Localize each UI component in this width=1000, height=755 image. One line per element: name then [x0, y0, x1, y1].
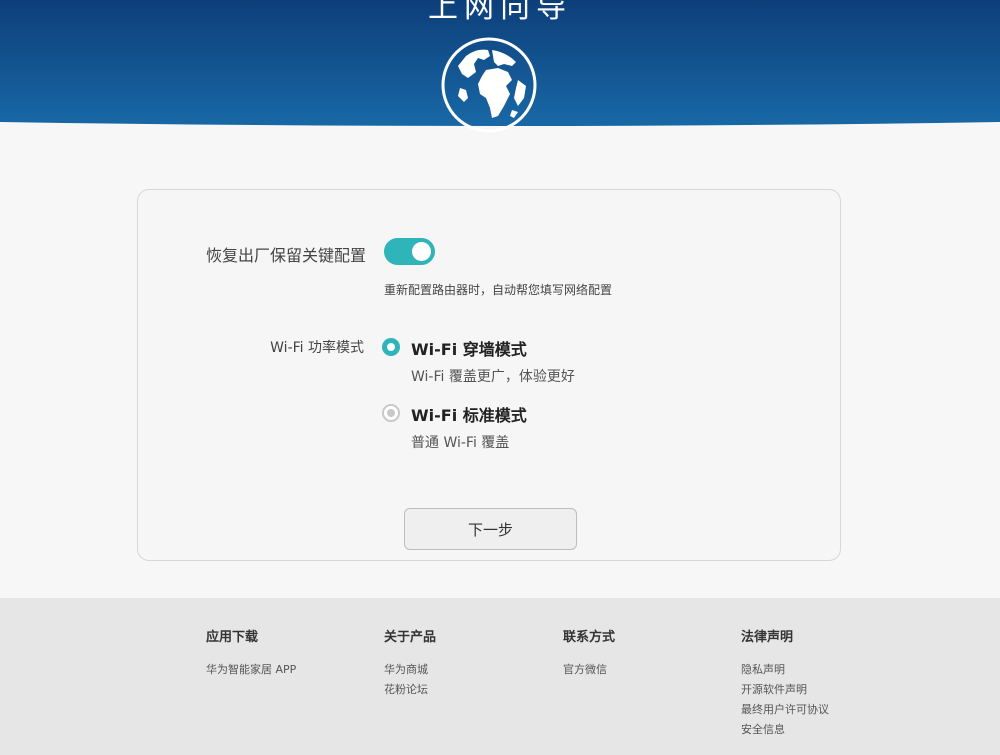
footer-link[interactable]: 华为商城 — [384, 660, 436, 680]
restore-label: 恢复出厂保留关键配置 — [205, 246, 366, 265]
globe-icon — [441, 37, 537, 133]
settings-card: 恢复出厂保留关键配置 重新配置路由器时，自动帮您填写网络配置 Wi-Fi 功率模… — [137, 189, 841, 561]
radio-wall-mode[interactable] — [382, 338, 400, 356]
footer-link[interactable]: 华为智能家居 APP — [206, 660, 296, 680]
footer-column-products: 关于产品 华为商城 花粉论坛 — [384, 626, 436, 700]
footer-link[interactable]: 开源软件声明 — [741, 680, 829, 700]
footer-link[interactable]: 官方微信 — [563, 660, 615, 680]
footer-link[interactable]: 最终用户许可协议 — [741, 700, 829, 720]
footer-column-contact: 联系方式 官方微信 — [563, 626, 615, 680]
footer-heading: 法律声明 — [741, 630, 794, 645]
restore-toggle[interactable] — [384, 238, 435, 265]
footer-column-legal: 法律声明 隐私声明 开源软件声明 最终用户许可协议 安全信息 — [741, 626, 829, 740]
footer-heading: 应用下载 — [206, 630, 259, 645]
footer-link[interactable]: 隐私声明 — [741, 660, 829, 680]
footer-link[interactable]: 花粉论坛 — [384, 680, 436, 700]
footer: 应用下载 华为智能家居 APP 关于产品 华为商城 花粉论坛 联系方式 官方微信… — [0, 598, 1000, 755]
option-standard-mode-title[interactable]: Wi-Fi 标准模式 — [411, 402, 527, 426]
toggle-knob — [412, 242, 431, 261]
footer-heading: 联系方式 — [563, 630, 616, 645]
option-standard-mode-desc: 普通 Wi-Fi 覆盖 — [411, 435, 510, 451]
next-button[interactable]: 下一步 — [404, 508, 577, 550]
wifi-mode-label: Wi-Fi 功率模式 — [270, 340, 364, 356]
footer-link[interactable]: 安全信息 — [741, 720, 829, 740]
header-banner: 上网向导 — [0, 0, 1000, 160]
restore-hint: 重新配置路由器时，自动帮您填写网络配置 — [384, 283, 613, 297]
footer-heading: 关于产品 — [384, 630, 437, 645]
footer-column-download: 应用下载 华为智能家居 APP — [206, 626, 296, 680]
option-wall-mode-title[interactable]: Wi-Fi 穿墙模式 — [411, 336, 527, 360]
radio-standard-mode[interactable] — [382, 404, 400, 422]
option-wall-mode-desc: Wi-Fi 覆盖更广，体验更好 — [411, 369, 575, 385]
page-title: 上网向导 — [428, 0, 572, 25]
